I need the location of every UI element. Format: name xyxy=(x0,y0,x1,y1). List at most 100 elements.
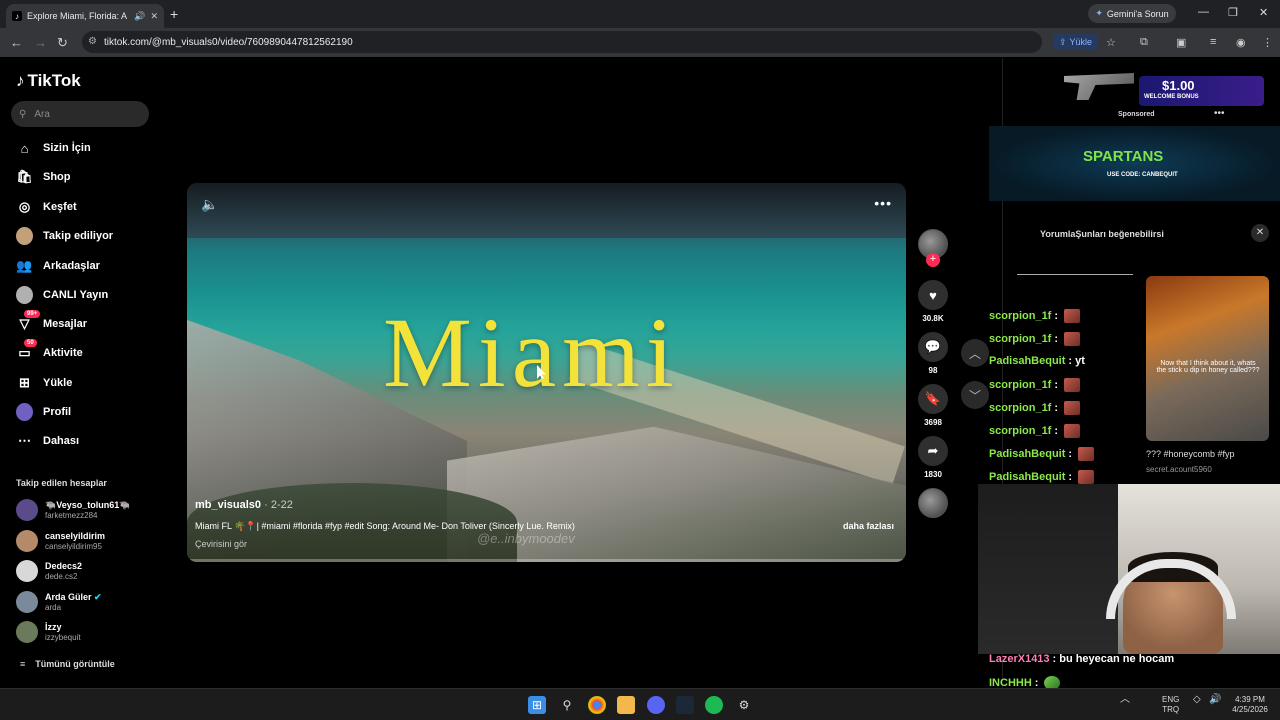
video-player[interactable]: Miami 🔈 ••• @e..inbymoodev mb_visuals0 ·… xyxy=(187,183,906,562)
taskbar-search-icon[interactable]: ⚲ xyxy=(558,696,576,714)
sidebar-item[interactable]: ▽ 99+ Mesajlar xyxy=(16,309,87,335)
tray-chevron-icon[interactable]: ︿ xyxy=(1120,695,1130,705)
save-action[interactable]: 🔖 3698 xyxy=(917,384,949,427)
see-all-link[interactable]: ≡ Tümünü görüntüle xyxy=(20,659,115,669)
network-icon[interactable]: ◇ xyxy=(1193,695,1201,705)
tiktok-logo[interactable]: ♪ TikTok xyxy=(16,71,81,91)
sidebar-item-label: Profil xyxy=(43,406,72,418)
profile-avatar-icon[interactable]: ◉ xyxy=(1236,36,1246,49)
browser-menu-icon[interactable]: ⋮ xyxy=(1262,36,1273,49)
creator-avatar-button[interactable]: + xyxy=(917,229,949,267)
comments-suggestions-tabs[interactable]: YorumlaŞunları beğenebilirsi xyxy=(1040,229,1164,239)
forward-icon[interactable]: → xyxy=(34,35,47,50)
followed-account[interactable]: 🐃Veyso_tolun61🐃 farketmezz284 xyxy=(16,497,130,523)
gemini-button[interactable]: ✦ Gemini'a Sorun xyxy=(1088,4,1176,23)
sidebar-item[interactable]: Profil xyxy=(16,401,71,423)
chat-message: scorpion_1f : xyxy=(989,424,1081,438)
share-icon[interactable]: ➦ xyxy=(918,436,948,466)
sidebar-item-label: Dahası xyxy=(43,435,80,447)
split-view-icon[interactable]: ▣ xyxy=(1176,36,1186,49)
more-description-link[interactable]: daha fazlası xyxy=(843,521,894,531)
speaker-icon[interactable]: 🔊 xyxy=(134,11,145,22)
windows-start-icon[interactable]: ⊞ xyxy=(528,696,546,714)
steam-icon[interactable] xyxy=(676,696,694,714)
avatar[interactable] xyxy=(16,621,38,643)
suggested-video-title[interactable]: ??? #honeycomb #fyp xyxy=(1146,449,1235,459)
sidebar-item[interactable]: ▭ 50 Aktivite xyxy=(16,338,83,364)
followed-account[interactable]: canselyildirim canselyildirim95 xyxy=(16,528,105,554)
next-video-icon[interactable]: ﹀ xyxy=(961,381,989,409)
sidebar-item[interactable]: ⊞ Yükle xyxy=(16,372,72,394)
followed-account-name-row: İzzy xyxy=(45,622,81,633)
messages-icon: ▽ 99+ xyxy=(16,309,41,333)
followed-account[interactable]: Arda Güler ✔ arda xyxy=(16,589,102,615)
browser-tab[interactable]: ♪ Explore Miami, Florida: A Vi 🔊 ✕ xyxy=(6,4,164,28)
app-icon[interactable]: ⚙ xyxy=(735,696,753,714)
more-icon: ⋯ xyxy=(18,433,31,448)
new-tab-icon[interactable]: + xyxy=(170,6,178,22)
browser-upload-button[interactable]: ⇪ Yükle xyxy=(1053,34,1099,50)
sidebar-item[interactable]: Takip ediliyor xyxy=(16,225,113,247)
gemini-label: Gemini'a Sorun xyxy=(1106,8,1169,19)
discord-icon[interactable] xyxy=(647,696,665,714)
minimize-icon[interactable]: — xyxy=(1198,6,1209,18)
browser-tabbar: ♪ Explore Miami, Florida: A Vi 🔊 ✕ + ✦ G… xyxy=(0,0,1280,28)
previous-video-icon[interactable]: ︿ xyxy=(961,339,989,367)
music-disc-button[interactable] xyxy=(917,488,949,518)
spartans-ad-banner[interactable]: SPARTANS USE CODE: CANBEQUIT xyxy=(989,126,1280,201)
video-author[interactable]: mb_visuals0 · 2-22 xyxy=(195,499,293,511)
back-icon[interactable]: ← xyxy=(10,35,23,50)
video-username[interactable]: mb_visuals0 xyxy=(195,499,261,511)
emote-icon xyxy=(1064,424,1081,438)
video-more-options-icon[interactable]: ••• xyxy=(874,195,892,211)
reload-icon[interactable]: ↻ xyxy=(57,35,68,51)
menu-avatar xyxy=(16,403,33,421)
comment-icon[interactable]: 💬 xyxy=(918,332,948,362)
sidebar-item[interactable]: CANLI Yayın xyxy=(16,284,108,306)
sidebar-item[interactable]: ◎ Keşfet xyxy=(16,196,77,218)
translate-link[interactable]: Çevirisini gör xyxy=(195,539,247,549)
bookmark-star-icon[interactable]: ☆ xyxy=(1106,36,1116,49)
avatar[interactable] xyxy=(16,499,38,521)
language-indicator[interactable]: ENG TRQ xyxy=(1162,695,1179,715)
file-explorer-icon[interactable] xyxy=(617,696,635,714)
avatar[interactable] xyxy=(16,530,38,552)
emote-icon xyxy=(1064,401,1081,415)
suggested-video-thumbnail[interactable]: Now that I think about it, whats the sti… xyxy=(1146,276,1269,441)
chat-username: scorpion_1f xyxy=(989,402,1052,414)
casino-ad-banner[interactable]: $1.00 WELCOME BONUS xyxy=(1064,66,1264,110)
like-action[interactable]: ♥ 30.8K xyxy=(917,280,949,323)
suggested-video-user[interactable]: secret.acount5960 xyxy=(1146,465,1212,474)
bookmark-icon[interactable]: 🔖 xyxy=(918,384,948,414)
volume-icon[interactable]: 🔈 xyxy=(201,196,218,213)
close-tab-icon[interactable]: ✕ xyxy=(150,11,158,22)
chrome-icon[interactable] xyxy=(588,696,606,714)
video-progress-bar[interactable] xyxy=(187,559,906,562)
follow-plus-icon[interactable]: + xyxy=(926,253,940,267)
sidebar-item[interactable]: ⌂ Sizin İçin xyxy=(16,137,91,159)
spotify-icon[interactable] xyxy=(705,696,723,714)
sidebar-item[interactable]: ⋯ Dahası xyxy=(16,430,79,452)
avatar[interactable] xyxy=(16,560,38,582)
extensions-icon[interactable]: ⧉ xyxy=(1140,36,1148,49)
maximize-icon[interactable]: ❐ xyxy=(1228,6,1238,19)
reading-list-icon[interactable]: ≡ xyxy=(1210,36,1216,48)
followed-account[interactable]: Dedecs2 dede.cs2 xyxy=(16,558,82,584)
sidebar-item[interactable]: 🛍 Shop xyxy=(16,166,70,188)
music-disc-icon[interactable] xyxy=(918,488,948,518)
sidebar-item-label: Arkadaşlar xyxy=(43,260,100,272)
ad-options-icon[interactable]: ••• xyxy=(1214,108,1225,119)
clock[interactable]: 4:39 PM 4/25/2026 xyxy=(1227,695,1273,715)
url-field[interactable]: ⚙ tiktok.com/@mb_visuals0/video/76098904… xyxy=(82,31,1042,53)
site-info-icon[interactable]: ⚙ xyxy=(88,36,97,47)
heart-icon[interactable]: ♥ xyxy=(918,280,948,310)
share-action[interactable]: ➦ 1830 xyxy=(917,436,949,479)
search-input[interactable]: ⚲ Ara xyxy=(11,101,149,127)
followed-account[interactable]: İzzy izzybequit xyxy=(16,619,81,645)
sidebar-item[interactable]: 👥 Arkadaşlar xyxy=(16,255,100,277)
volume-tray-icon[interactable]: 🔊 xyxy=(1209,695,1221,705)
comment-action[interactable]: 💬 98 xyxy=(917,332,949,375)
avatar[interactable] xyxy=(16,591,38,613)
close-window-icon[interactable]: ✕ xyxy=(1259,6,1268,19)
close-panel-icon[interactable]: ✕ xyxy=(1251,224,1269,242)
